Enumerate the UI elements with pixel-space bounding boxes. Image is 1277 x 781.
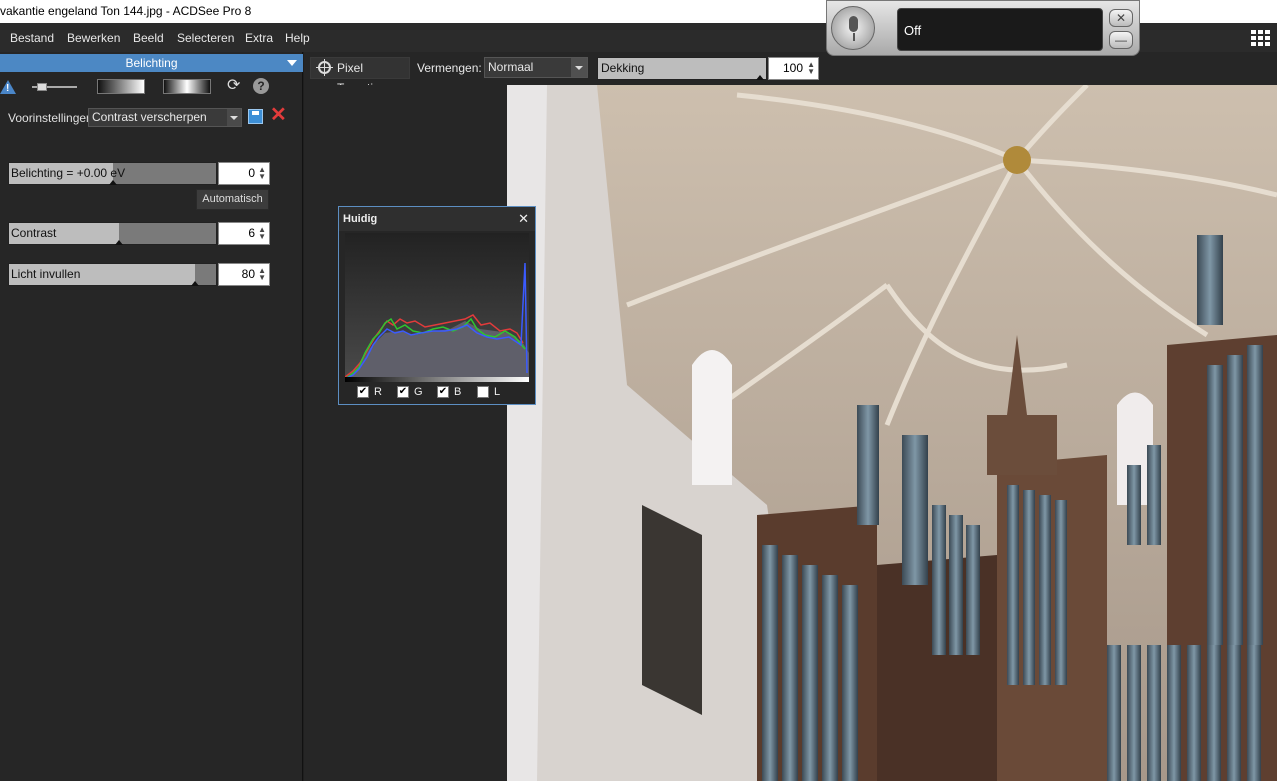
histogram-title: Huidig (343, 213, 378, 225)
contrast-value-input[interactable]: 6 ▲ ▼ (218, 222, 270, 245)
slider-handle[interactable] (114, 240, 123, 245)
exposure-value-input[interactable]: 0 ▲ ▼ (218, 162, 270, 185)
crosshair-icon (316, 59, 333, 76)
panel-tool-row: ! ⟳ ? (0, 78, 303, 98)
menu-selecteren[interactable]: Selecteren (177, 31, 234, 45)
gradient-preview-2[interactable] (163, 79, 211, 94)
preset-value: Contrast verscherpen (92, 110, 207, 124)
edit-toolbar: Pixel Targeting Vermengen: Normaal Dekki… (304, 52, 1277, 95)
close-icon[interactable]: ✕ (518, 211, 529, 227)
delete-icon[interactable]: ✕ (270, 105, 287, 125)
histogram-plot (344, 262, 529, 380)
menu-bestand[interactable]: Bestand (10, 31, 54, 45)
pixel-targeting-button[interactable]: Pixel Targeting (310, 57, 410, 95)
slider-track[interactable]: Belichting = +0.00 eV (8, 162, 217, 185)
checkbox-icon[interactable] (477, 386, 489, 398)
histogram-gradient (345, 377, 529, 382)
exposure-panel: Belichting ! ⟳ ? Voorinstellingen Contra… (0, 52, 303, 781)
image-viewport[interactable] (304, 85, 1277, 781)
window-title: vakantie engeland Ton 144.jpg - ACDSee P… (0, 4, 252, 18)
mini-slider[interactable] (32, 83, 77, 91)
opacity-slider[interactable]: Dekking 100 ▲ ▼ (597, 57, 819, 80)
preset-label: Voorinstellingen (8, 111, 93, 125)
opacity-label: Dekking (601, 61, 645, 75)
contrast-slider[interactable]: Contrast 6 ▲ ▼ (8, 222, 270, 245)
voice-status-display: Off (897, 8, 1103, 51)
fill-light-value-input[interactable]: 80 ▲ ▼ (218, 263, 270, 286)
histogram-header[interactable]: Huidig (339, 207, 535, 231)
voice-widget: Off ✕ — (826, 0, 1140, 56)
refresh-icon[interactable]: ⟳ (227, 78, 240, 94)
spinner-icon[interactable]: ▲ ▼ (258, 226, 266, 241)
exposure-value: 0 (248, 166, 255, 180)
checkbox-icon[interactable]: ✔ (357, 386, 369, 398)
spinner-icon[interactable]: ▲ ▼ (258, 267, 266, 282)
menu-bewerken[interactable]: Bewerken (67, 31, 120, 45)
histogram-graph (344, 233, 529, 380)
photo-illustration (507, 85, 1277, 781)
slider-label: Licht invullen (11, 267, 81, 281)
voice-status: Off (904, 23, 922, 38)
checkbox-icon[interactable]: ✔ (397, 386, 409, 398)
opacity-value: 100 (782, 61, 803, 75)
chevron-down-icon[interactable] (227, 109, 241, 126)
slider-handle[interactable] (108, 180, 117, 185)
minimize-icon[interactable]: — (1109, 31, 1133, 49)
menu-beeld[interactable]: Beeld (133, 31, 164, 45)
exposure-slider[interactable]: Belichting = +0.00 eV 0 ▲ ▼ (8, 162, 270, 185)
preset-select[interactable]: Contrast verscherpen (88, 108, 242, 127)
automatic-button[interactable]: Automatisch (196, 189, 269, 210)
channel-r-label: R (374, 386, 382, 398)
slider-handle[interactable] (756, 75, 764, 80)
slider-label: Belichting = +0.00 eV (11, 166, 126, 180)
save-icon[interactable] (248, 109, 263, 124)
slider-handle[interactable] (191, 281, 200, 286)
chevron-down-icon[interactable] (571, 58, 587, 77)
cathedral-photo (507, 85, 1277, 781)
channel-b-label: B (454, 386, 462, 398)
close-icon[interactable]: ✕ (1109, 9, 1133, 27)
gradient-preview-1[interactable] (97, 79, 145, 94)
chevron-down-icon[interactable] (287, 60, 297, 66)
opacity-value-input[interactable]: 100 ▲ ▼ (768, 57, 819, 80)
slider-label: Contrast (11, 226, 57, 240)
blend-label: Vermengen: (417, 61, 482, 75)
histogram-window[interactable]: Huidig ✕ ✔ R ✔ G ✔ B L (338, 206, 536, 405)
slider-track[interactable]: Contrast (8, 222, 217, 245)
slider-track[interactable]: Licht invullen (8, 263, 217, 286)
channel-g-label: G (414, 386, 423, 398)
channel-l-label: L (494, 386, 501, 398)
blend-mode-value: Normaal (488, 60, 534, 74)
slider-track[interactable]: Dekking (597, 57, 767, 80)
spinner-icon[interactable]: ▲ ▼ (807, 61, 815, 76)
fill-light-value: 80 (241, 267, 255, 281)
microphone-icon[interactable] (831, 6, 875, 50)
grid-view-icon[interactable] (1251, 28, 1271, 46)
spinner-icon[interactable]: ▲ ▼ (258, 166, 266, 181)
checkbox-icon[interactable]: ✔ (437, 386, 449, 398)
menu-extra[interactable]: Extra (245, 31, 273, 45)
fill-light-slider[interactable]: Licht invullen 80 ▲ ▼ (8, 263, 270, 286)
panel-title: Belichting (125, 56, 178, 70)
panel-header[interactable]: Belichting (0, 54, 303, 72)
blend-mode-select[interactable]: Normaal (484, 57, 588, 78)
contrast-value: 6 (248, 226, 255, 240)
warning-icon[interactable]: ! (0, 80, 16, 94)
help-icon[interactable]: ? (253, 78, 269, 94)
menu-help[interactable]: Help (285, 31, 310, 45)
